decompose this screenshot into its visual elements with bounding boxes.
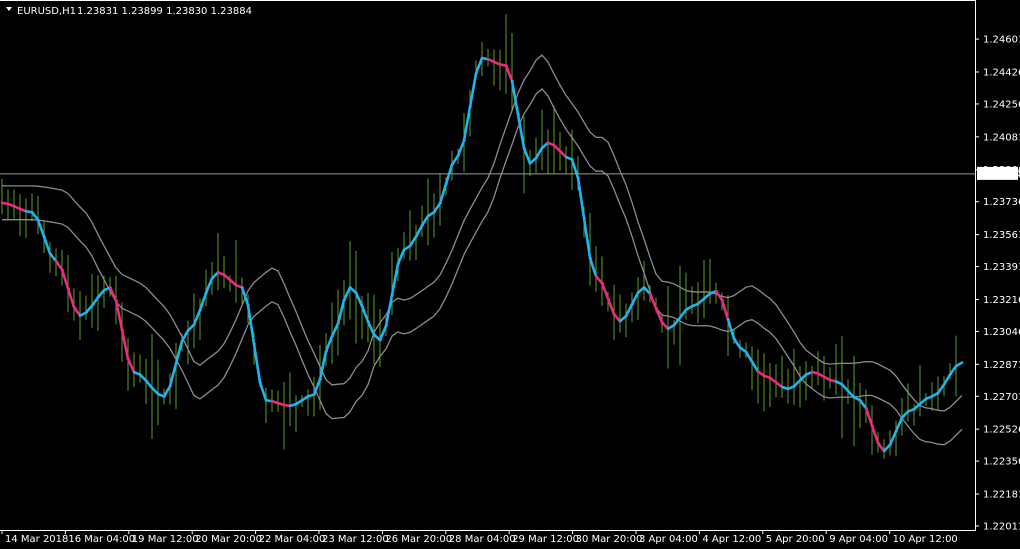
y-tick-label: 1.23216 [983, 295, 1020, 306]
y-tick-label: 1.22011 [983, 522, 1020, 533]
y-tick-label: 1.24081 [983, 132, 1020, 143]
price-chart[interactable]: 1.246011.244261.242561.240811.239061.237… [0, 0, 1020, 549]
symbol-timeframe-label: EURUSD,H1 [17, 6, 76, 17]
y-tick-label: 1.22181 [983, 490, 1020, 501]
y-tick-label: 1.23561 [983, 230, 1020, 241]
y-tick-label: 1.24256 [983, 99, 1020, 110]
y-tick-label: 1.22701 [983, 392, 1020, 403]
x-tick-label: 26 Mar 20:00 [385, 534, 452, 545]
x-tick-label: 16 Mar 04:00 [68, 534, 135, 545]
y-tick-label: 1.24601 [983, 35, 1020, 46]
ohlc-values: 1.23831 1.23899 1.23830 1.23884 [77, 6, 252, 17]
x-tick-label: 29 Mar 12:00 [512, 534, 579, 545]
x-tick-label: 19 Mar 12:00 [132, 534, 199, 545]
y-tick-label: 1.23046 [983, 327, 1020, 338]
x-tick-label: 20 Mar 20:00 [195, 534, 262, 545]
price-label-box: 1.23884 [977, 166, 1020, 180]
y-tick-label: 1.22871 [983, 360, 1020, 371]
x-tick-label: 10 Apr 12:00 [893, 534, 958, 545]
x-tick-label: 23 Mar 12:00 [322, 534, 389, 545]
chart-header: EURUSD,H1 1.23831 1.23899 1.23830 1.2388… [6, 6, 252, 17]
y-tick-label: 1.22526 [983, 425, 1020, 436]
x-tick-label: 9 Apr 04:00 [829, 534, 888, 545]
x-tick-label: 4 Apr 12:00 [702, 534, 761, 545]
x-tick-label: 3 Apr 04:00 [639, 534, 698, 545]
x-tick-label: 30 Mar 20:00 [576, 534, 643, 545]
y-tick-label: 1.23736 [983, 197, 1020, 208]
x-tick-label: 28 Mar 04:00 [449, 534, 516, 545]
x-tick-label: 14 Mar 2018 [5, 534, 68, 545]
chart-background [0, 0, 1020, 549]
x-tick-label: 22 Mar 04:00 [259, 534, 326, 545]
y-tick-label: 1.22356 [983, 457, 1020, 468]
y-tick-label: 1.24426 [983, 67, 1020, 78]
price-label-text: 1.23884 [980, 169, 1020, 180]
x-tick-label: 5 Apr 20:00 [766, 534, 825, 545]
y-tick-label: 1.23391 [983, 262, 1020, 273]
